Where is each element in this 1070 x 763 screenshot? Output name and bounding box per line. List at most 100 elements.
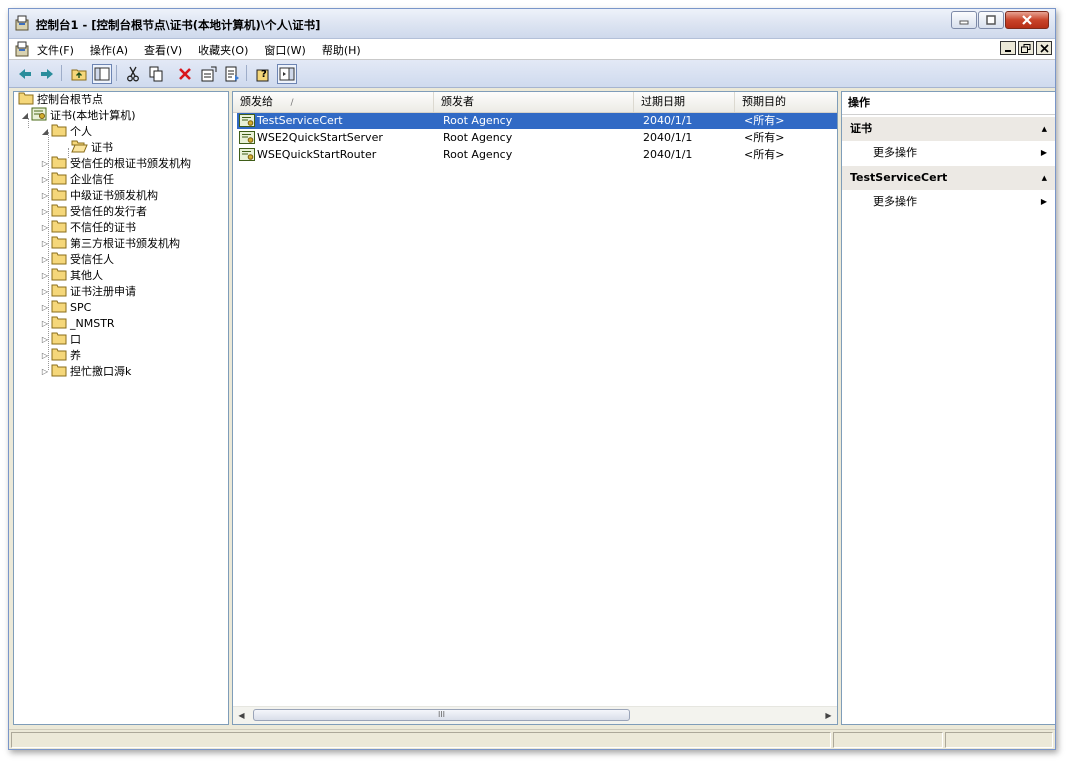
forward-button[interactable] xyxy=(37,64,57,84)
help-icon: ? xyxy=(256,69,269,82)
properties-icon xyxy=(201,66,217,82)
column-issued-by[interactable]: 颁发者 xyxy=(434,92,634,112)
tree-node-label: 企业信任 xyxy=(70,173,114,186)
horizontal-scrollbar[interactable]: ◀ III ▶ xyxy=(233,706,837,724)
forward-arrow-icon xyxy=(41,69,53,79)
expand-arrow-icon[interactable]: ▷ xyxy=(40,236,50,252)
close-button[interactable] xyxy=(1005,11,1049,29)
collapse-section-icon[interactable]: ▲ xyxy=(1042,166,1047,190)
status-segment xyxy=(833,732,943,748)
back-button[interactable] xyxy=(15,64,35,84)
tree-node-label: 中级证书颁发机构 xyxy=(70,189,158,202)
expand-arrow-icon[interactable]: ▷ xyxy=(40,300,50,316)
list-column-header: 颁发给 / 颁发者 过期日期 预期目的 xyxy=(233,92,837,113)
mmc-window: 控制台1 - [控制台根节点\证书(本地计算机)\个人\证书] 文件(F) 操作… xyxy=(8,8,1056,750)
column-issued-to[interactable]: 颁发给 / xyxy=(233,92,434,112)
copy-icon xyxy=(149,66,163,82)
tree-node-label: 受信任的发行者 xyxy=(70,205,147,218)
toolbar: ? xyxy=(9,60,1055,88)
action-more-actions[interactable]: 更多操作 ▶ xyxy=(842,141,1055,165)
actions-header: 操作 xyxy=(842,92,1055,115)
console-tree-pane[interactable]: 控制台根节点 ◢ 证书(本地计算机) ◢ 个人 证书 ▷ 受信任的根证书颁发机构 … xyxy=(13,91,229,725)
column-expiration-date[interactable]: 过期日期 xyxy=(634,92,735,112)
tree-node-other-people[interactable]: ▷ 其他人 xyxy=(40,268,103,284)
show-hide-console-tree-button[interactable] xyxy=(92,64,112,84)
submenu-arrow-icon: ▶ xyxy=(1040,197,1047,206)
certificate-row[interactable]: TestServiceCert Root Agency 2040/1/1 <所有… xyxy=(237,113,837,129)
folder-up-icon xyxy=(71,69,87,81)
properties-button[interactable] xyxy=(199,64,219,84)
expand-arrow-icon[interactable]: ▷ xyxy=(40,156,50,172)
actions-pane: 操作 证书 ▲ 更多操作 ▶ TestServiceCert ▲ 更多操作 ▶ xyxy=(841,91,1055,725)
folder-icon xyxy=(51,123,67,142)
scroll-right-arrow-icon[interactable]: ▶ xyxy=(820,707,837,724)
collapse-arrow-icon[interactable]: ◢ xyxy=(40,124,50,140)
copy-button[interactable] xyxy=(146,64,166,84)
scrollbar-thumb[interactable]: III xyxy=(253,709,630,721)
certificate-list-pane[interactable]: 颁发给 / 颁发者 过期日期 预期目的 TestServiceCert Root… xyxy=(232,91,838,725)
certificate-row[interactable]: WSE2QuickStartServer Root Agency 2040/1/… xyxy=(237,130,837,146)
menu-favorites[interactable]: 收藏夹(O) xyxy=(198,42,248,58)
cut-button[interactable] xyxy=(123,64,143,84)
restore-icon xyxy=(1021,43,1031,53)
expand-arrow-icon[interactable]: ▷ xyxy=(40,364,50,380)
collapse-section-icon[interactable]: ▲ xyxy=(1042,117,1047,141)
tree-node-label: 第三方根证书颁发机构 xyxy=(70,237,180,250)
sort-indicator: / xyxy=(290,98,294,108)
minimize-button[interactable] xyxy=(951,11,977,29)
status-segment xyxy=(945,732,1053,748)
tree-node-unnamed-3[interactable]: ▷ 揑忙撽口溽k xyxy=(40,364,131,380)
tree-node-personal-certificates[interactable]: 证书 xyxy=(71,140,113,156)
column-intended-purposes[interactable]: 预期目的 xyxy=(735,92,837,112)
expand-arrow-icon[interactable]: ▷ xyxy=(40,316,50,332)
menu-action[interactable]: 操作(A) xyxy=(90,42,128,58)
mmc-app-icon[interactable] xyxy=(15,15,31,34)
open-folder-icon xyxy=(71,139,88,158)
tree-node-label: 证书 xyxy=(91,141,113,154)
tree-node-label: 受信任人 xyxy=(70,253,114,266)
expand-arrow-icon[interactable]: ▷ xyxy=(40,188,50,204)
menu-view[interactable]: 查看(V) xyxy=(144,42,182,58)
menu-file[interactable]: 文件(F) xyxy=(37,42,74,58)
up-one-level-button[interactable] xyxy=(69,64,89,84)
expand-arrow-icon[interactable]: ▷ xyxy=(40,220,50,236)
menu-help[interactable]: 帮助(H) xyxy=(322,42,361,58)
delete-button[interactable] xyxy=(175,64,195,84)
action-pane-icon xyxy=(279,67,295,81)
actions-section-selected-cert[interactable]: TestServiceCert ▲ xyxy=(842,166,1055,190)
export-list-button[interactable] xyxy=(222,64,242,84)
tree-node-label: _NMSTR xyxy=(70,317,115,330)
show-hide-action-pane-button[interactable] xyxy=(277,64,297,84)
child-restore-button[interactable] xyxy=(1018,41,1034,55)
tree-node-certificates-local[interactable]: ◢ 证书(本地计算机) xyxy=(20,107,136,124)
actions-section-certificates[interactable]: 证书 ▲ xyxy=(842,117,1055,141)
action-more-actions[interactable]: 更多操作 ▶ xyxy=(842,190,1055,214)
scissors-icon xyxy=(127,66,139,82)
certificate-row[interactable]: WSEQuickStartRouter Root Agency 2040/1/1… xyxy=(237,147,837,163)
expand-arrow-icon[interactable]: ▷ xyxy=(40,332,50,348)
tree-node-label: 揑忙撽口溽k xyxy=(70,365,132,378)
tree-node-label: 养 xyxy=(70,349,81,362)
maximize-icon xyxy=(986,15,996,25)
scroll-left-arrow-icon[interactable]: ◀ xyxy=(233,707,250,724)
svg-text:?: ? xyxy=(261,69,267,80)
submenu-arrow-icon: ▶ xyxy=(1040,148,1047,157)
expand-arrow-icon[interactable]: ▷ xyxy=(40,348,50,364)
menu-bar: 文件(F) 操作(A) 查看(V) 收藏夹(O) 窗口(W) 帮助(H) xyxy=(9,39,1055,60)
maximize-button[interactable] xyxy=(978,11,1004,29)
child-minimize-button[interactable] xyxy=(1000,41,1016,55)
tree-node-label: 证书注册申请 xyxy=(70,285,136,298)
tree-node-label: 不信任的证书 xyxy=(70,221,136,234)
expand-arrow-icon[interactable]: ▷ xyxy=(40,172,50,188)
title-bar[interactable]: 控制台1 - [控制台根节点\证书(本地计算机)\个人\证书] xyxy=(9,9,1055,39)
help-button[interactable]: ? xyxy=(253,64,273,84)
expand-arrow-icon[interactable]: ▷ xyxy=(40,268,50,284)
console-system-menu-icon[interactable] xyxy=(15,41,31,60)
expand-arrow-icon[interactable]: ▷ xyxy=(40,252,50,268)
child-close-button[interactable] xyxy=(1036,41,1052,55)
window-title: 控制台1 - [控制台根节点\证书(本地计算机)\个人\证书] xyxy=(36,18,321,32)
menu-window[interactable]: 窗口(W) xyxy=(264,42,305,58)
expand-arrow-icon[interactable]: ▷ xyxy=(40,284,50,300)
expand-arrow-icon[interactable]: ▷ xyxy=(40,204,50,220)
collapse-arrow-icon[interactable]: ◢ xyxy=(20,108,30,124)
